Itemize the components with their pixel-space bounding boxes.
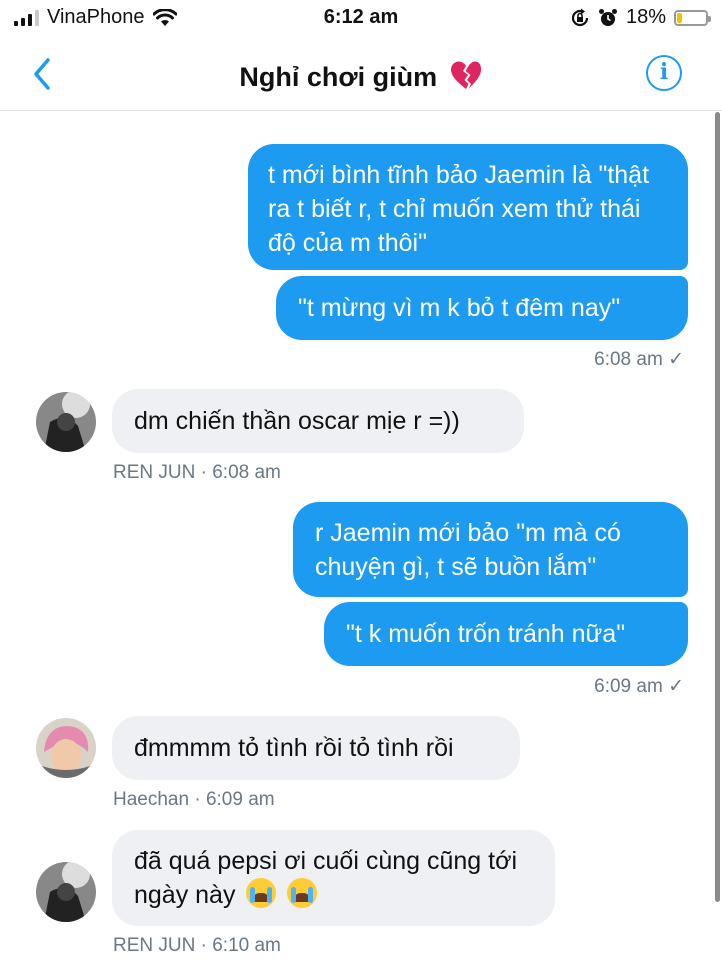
message-sender-time: REN JUN · 6:08 am bbox=[113, 462, 281, 483]
conversation-name: Nghỉ chơi giùm bbox=[239, 62, 438, 92]
message-sender-time: Haechan · 6:09 am bbox=[113, 789, 275, 810]
message-outgoing[interactable]: t mới bình tĩnh bảo Jaemin là "thật ra t… bbox=[248, 144, 688, 270]
conversation-title: Nghỉ chơi giùm bbox=[0, 60, 722, 93]
message-text: đã quá pepsi ơi cuối cùng cũng tới ngày … bbox=[134, 847, 518, 909]
conversation-header: Nghỉ chơi giùm i bbox=[0, 38, 722, 111]
broken-heart-icon bbox=[450, 61, 481, 89]
alarm-icon bbox=[598, 8, 617, 26]
message-incoming[interactable]: dm chiến thần oscar mịe r =)) bbox=[112, 389, 524, 453]
message-timestamp: 6:08 am ✓ bbox=[594, 349, 684, 370]
avatar-renjun[interactable] bbox=[36, 392, 96, 452]
message-outgoing[interactable]: "t k muốn trốn tránh nữa" bbox=[324, 602, 688, 666]
rotation-lock-icon bbox=[571, 8, 589, 26]
message-timestamp: 6:09 am ✓ bbox=[594, 676, 684, 697]
scrollbar[interactable] bbox=[715, 112, 720, 902]
message-sender-time: REN JUN · 6:10 am bbox=[113, 935, 281, 956]
battery-fill bbox=[677, 12, 682, 23]
message-outgoing[interactable]: r Jaemin mới bảo "m mà có chuyện gì, t s… bbox=[293, 502, 688, 597]
battery-icon bbox=[674, 9, 711, 26]
battery-percent: 18% bbox=[625, 6, 666, 28]
crying-face-icon bbox=[246, 878, 277, 908]
message-outgoing[interactable]: "t mừng vì m k bỏ t đêm nay" bbox=[276, 276, 688, 340]
crying-face-icon bbox=[287, 878, 318, 908]
avatar-renjun[interactable] bbox=[36, 862, 96, 922]
message-incoming[interactable]: đmmmm tỏ tình rồi tỏ tình rồi bbox=[112, 716, 520, 780]
info-button[interactable]: i bbox=[646, 55, 682, 91]
message-incoming[interactable]: đã quá pepsi ơi cuối cùng cũng tới ngày … bbox=[112, 830, 555, 926]
status-right: 18% bbox=[570, 6, 711, 29]
avatar-haechan[interactable] bbox=[36, 718, 96, 778]
status-bar: VinaPhone 6:12 am 18% bbox=[0, 0, 722, 38]
